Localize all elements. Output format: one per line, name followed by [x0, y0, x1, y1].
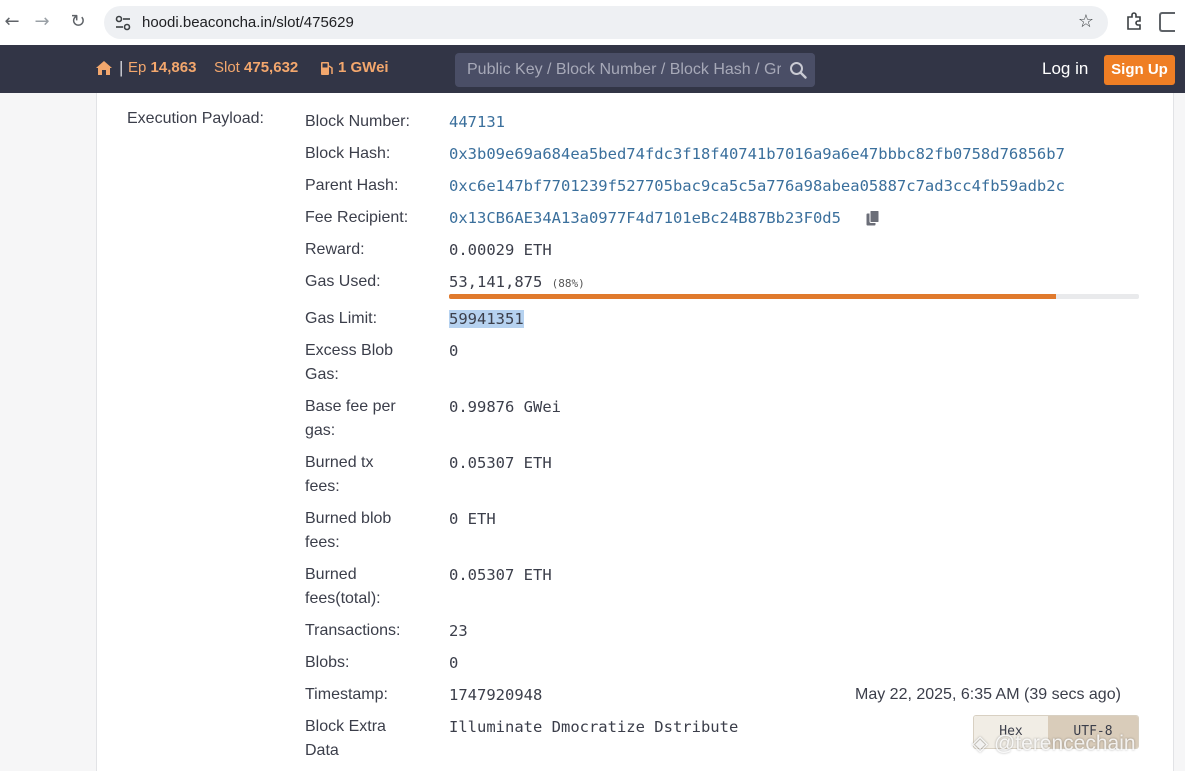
block-hash-link[interactable]: 0x3b09e69a684ea5bed74fdc3f18f40741b7016a…	[449, 142, 1065, 166]
gas-used-percent: (88%)	[551, 277, 585, 290]
url-text[interactable]: hoodi.beaconcha.in/slot/475629	[142, 14, 354, 31]
transactions-label: Transactions:	[305, 622, 401, 639]
epoch-value: 14,863	[150, 59, 197, 76]
timestamp-human: May 22, 2025, 6:35 AM (39 secs ago)	[855, 686, 1121, 703]
gas-pump-icon	[321, 62, 333, 75]
parent-hash-label: Parent Hash:	[305, 177, 399, 194]
gas-price-stat[interactable]: 1 GWei	[338, 59, 389, 76]
search-placeholder: Public Key / Block Number / Block Hash /…	[467, 61, 811, 78]
gas-used-value: 53,141,875	[449, 273, 543, 291]
gas-used-row: 53,141,875 (88%)	[449, 270, 585, 296]
excess-blob-gas-value: 0	[449, 342, 459, 360]
transactions-value: 23	[449, 622, 468, 640]
reload-icon[interactable]: ↻	[66, 10, 90, 34]
epoch-stat[interactable]: Ep 14,863	[128, 59, 196, 76]
burned-fees-total-label: Burned fees(total):	[305, 566, 381, 607]
gas-used-progress-bar	[449, 294, 1139, 299]
slot-value: 475,632	[244, 59, 299, 76]
blobs-label: Blobs:	[305, 654, 350, 671]
timestamp-value: 1747920948	[449, 686, 543, 704]
side-panel-icon[interactable]	[1159, 12, 1175, 32]
back-arrow-icon[interactable]: ←	[0, 10, 24, 34]
address-bar[interactable]: hoodi.beaconcha.in/slot/475629 ☆	[104, 6, 1108, 39]
burned-blob-fees-value: 0 ETH	[449, 510, 496, 528]
reward-value: 0.00029 ETH	[449, 241, 552, 259]
gas-limit-row: 59941351	[449, 307, 524, 331]
bookmark-star-icon[interactable]: ☆	[1078, 11, 1094, 32]
burned-fees-total-value: 0.05307 ETH	[449, 566, 552, 584]
site-navbar: | Ep 14,863 Slot 475,632 1 GWei Public K…	[0, 45, 1185, 93]
search-icon[interactable]	[789, 61, 807, 79]
fee-recipient-link[interactable]: 0x13CB6AE34A13a0977F4d7101eBc24B87Bb23F0…	[449, 206, 841, 230]
base-fee-value: 0.99876 GWei	[449, 398, 561, 416]
watermark: ◈ @terencechain	[972, 732, 1136, 755]
gas-limit-label: Gas Limit:	[305, 310, 378, 327]
excess-blob-gas-label: Excess Blob Gas:	[305, 342, 394, 383]
search-input[interactable]: Public Key / Block Number / Block Hash /…	[455, 53, 815, 87]
login-link[interactable]: Log in	[1042, 59, 1088, 79]
home-icon[interactable]	[95, 60, 113, 76]
execution-payload-label: Execution Payload:	[127, 110, 264, 127]
block-number-label: Block Number:	[305, 113, 410, 130]
gas-used-progress-fill	[449, 294, 1057, 299]
parent-hash-link[interactable]: 0xc6e147bf7701239f527705bac9ca5c5a776a98…	[449, 174, 1065, 198]
slot-stat[interactable]: Slot 475,632	[214, 59, 298, 76]
forward-arrow-icon[interactable]: →	[30, 10, 54, 34]
copy-icon[interactable]	[866, 210, 880, 226]
extra-data-label: Block Extra Data	[305, 718, 386, 759]
burned-tx-fees-value: 0.05307 ETH	[449, 454, 552, 472]
gas-limit-value: 59941351	[449, 310, 524, 328]
signup-button[interactable]: Sign Up	[1104, 55, 1175, 85]
nav-separator: |	[119, 58, 124, 77]
fee-recipient-label: Fee Recipient:	[305, 209, 409, 226]
epoch-label: Ep	[128, 59, 147, 76]
reward-label: Reward:	[305, 241, 365, 258]
site-info-icon[interactable]	[114, 14, 132, 32]
burned-tx-fees-label: Burned tx fees:	[305, 454, 374, 495]
watermark-text: @terencechain	[993, 732, 1136, 755]
extra-data-value: Illuminate Dmocratize Dstribute	[449, 718, 739, 736]
extensions-icon[interactable]	[1124, 11, 1144, 31]
gas-price-value: 1 GWei	[338, 59, 389, 76]
burned-blob-fees-label: Burned blob fees:	[305, 510, 392, 551]
block-hash-label: Block Hash:	[305, 145, 391, 162]
blobs-value: 0	[449, 654, 459, 672]
browser-toolbar: ← → ↻ hoodi.beaconcha.in/slot/475629 ☆	[0, 0, 1185, 45]
base-fee-label: Base fee per gas:	[305, 398, 396, 439]
block-number-link[interactable]: 447131	[449, 110, 505, 134]
gas-used-label: Gas Used:	[305, 273, 381, 290]
timestamp-label: Timestamp:	[305, 686, 388, 703]
slot-label: Slot	[214, 59, 240, 76]
